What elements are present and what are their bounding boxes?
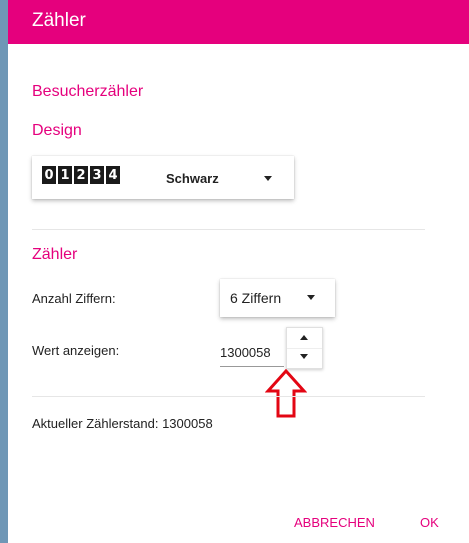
dialog-titlebar: Zähler xyxy=(8,0,469,44)
digits-select[interactable]: 6 Ziffern xyxy=(220,279,335,317)
subtitle: Besucherzähler xyxy=(32,83,144,100)
design-select[interactable]: 0 1 2 3 4 Schwarz xyxy=(32,156,294,199)
preview-digit: 4 xyxy=(106,166,120,184)
arrow-down-icon xyxy=(300,354,308,359)
arrow-up-icon xyxy=(300,335,308,340)
digits-select-value: 6 Ziffern xyxy=(230,290,282,306)
dialog-title: Zähler xyxy=(32,10,86,31)
divider xyxy=(32,229,425,230)
value-label: Wert anzeigen: xyxy=(32,343,120,358)
chevron-down-icon xyxy=(307,295,315,300)
chevron-down-icon xyxy=(264,176,272,181)
preview-digit: 2 xyxy=(74,166,88,184)
preview-digit: 3 xyxy=(90,166,104,184)
counter-status: Aktueller Zählerstand: 1300058 xyxy=(32,416,213,431)
design-select-value: Schwarz xyxy=(166,171,219,186)
annotation-arrow-icon xyxy=(265,369,307,418)
value-input[interactable] xyxy=(220,338,284,367)
design-heading: Design xyxy=(32,122,82,139)
counter-heading: Zähler xyxy=(32,246,78,263)
increment-button[interactable] xyxy=(287,328,322,349)
digits-label: Anzahl Ziffern: xyxy=(32,291,116,306)
preview-digit: 1 xyxy=(58,166,72,184)
decrement-button[interactable] xyxy=(287,348,322,368)
cancel-button[interactable]: ABBRECHEN xyxy=(294,515,375,530)
ok-button[interactable]: OK xyxy=(420,515,439,530)
divider xyxy=(32,396,425,397)
counter-preview: 0 1 2 3 4 xyxy=(42,166,120,184)
counter-dialog: Zähler Besucherzähler Design 0 1 2 3 4 S… xyxy=(8,0,469,543)
value-spinner xyxy=(286,327,323,369)
preview-digit: 0 xyxy=(42,166,56,184)
